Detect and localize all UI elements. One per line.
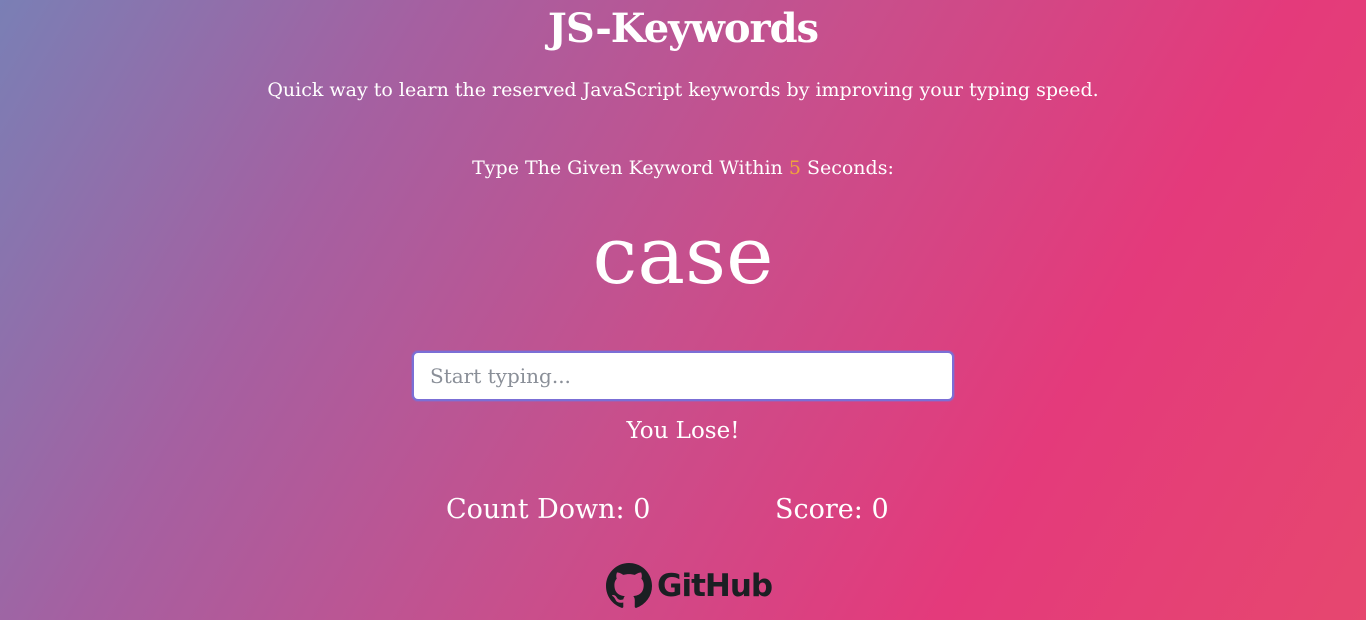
page-title: JS-Keywords — [547, 5, 819, 52]
typing-input[interactable] — [412, 351, 954, 401]
countdown-display: Count Down: 0 — [446, 490, 650, 530]
score-value: 0 — [871, 494, 889, 525]
instruction-suffix: Seconds: — [800, 157, 894, 179]
score-label: Score: — [775, 494, 872, 525]
score-display: Score: 0 — [775, 490, 889, 530]
github-octocat-icon — [606, 563, 652, 608]
instruction-prefix: Type The Given Keyword Within — [472, 157, 789, 179]
stats-bar: Count Down: 0 Score: 0 — [0, 490, 1366, 530]
instruction-text: Type The Given Keyword Within 5 Seconds: — [0, 154, 1366, 182]
github-label: GitHub — [657, 568, 773, 604]
github-link[interactable]: GitHub — [606, 562, 773, 610]
page-subtitle: Quick way to learn the reserved JavaScri… — [267, 79, 1099, 101]
current-keyword: case — [592, 209, 774, 302]
typing-input-container — [412, 351, 954, 401]
countdown-label: Count Down: — [446, 494, 634, 525]
countdown-value: 0 — [633, 494, 651, 525]
result-message: You Lose! — [626, 418, 740, 444]
seconds-value: 5 — [788, 157, 801, 179]
